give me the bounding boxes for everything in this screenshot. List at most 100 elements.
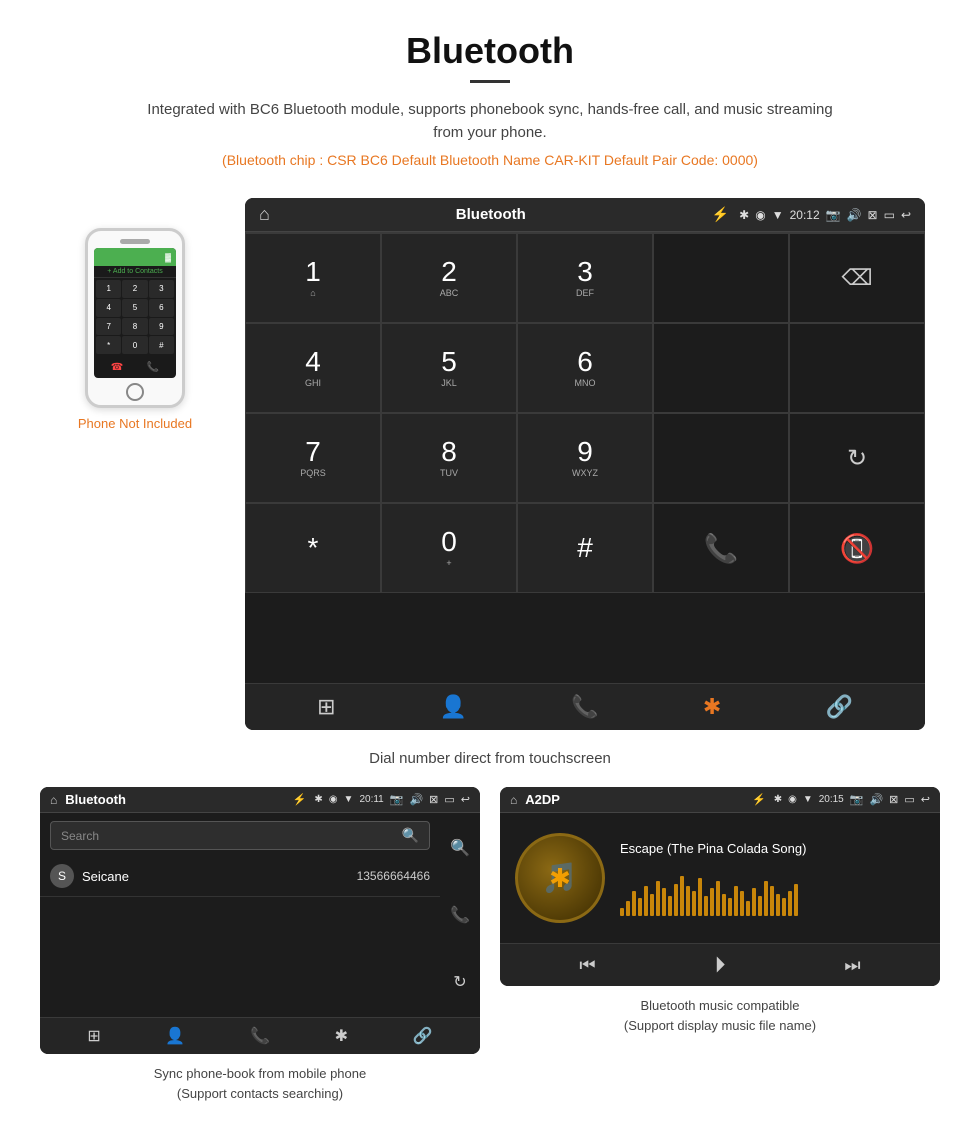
vis-bar-22 (752, 888, 756, 916)
phone-key-0: 0 (122, 336, 147, 354)
page-header: Bluetooth Integrated with BC6 Bluetooth … (0, 0, 980, 198)
music-info: Escape (The Pina Colada Song) (620, 841, 925, 916)
phone-key-3: 3 (149, 280, 174, 298)
nav-grid-icon[interactable]: ⊞ (317, 694, 335, 720)
dial-key-3[interactable]: 3 DEF (517, 233, 653, 323)
pb-side-search-icon[interactable]: 🔍 (450, 838, 470, 858)
dial-key-hash[interactable]: # (517, 503, 653, 593)
music-status-icons: ✱ ◉ ▼ 20:15 📷 🔊 ⊠ ▭ ↩ (774, 793, 930, 806)
time-display: 20:12 (790, 208, 820, 222)
window-icon[interactable]: ▭ (884, 208, 895, 222)
vis-bar-9 (674, 884, 678, 916)
key-3-letters: DEF (576, 288, 594, 298)
pb-nav-user[interactable]: 👤 (165, 1026, 185, 1046)
phone-keypad: 1 2 3 4 5 6 7 8 9 * 0 # (94, 278, 176, 356)
dial-key-5[interactable]: 5 JKL (381, 323, 517, 413)
music-back-icon[interactable]: ↩ (921, 793, 930, 806)
key-hash-number: # (577, 534, 593, 562)
dial-call-green-cell[interactable]: 📞 (653, 503, 789, 593)
phone-speaker (120, 239, 150, 244)
nav-phone-icon[interactable]: 📞 (571, 694, 598, 720)
phone-key-2: 2 (122, 280, 147, 298)
music-song-title: Escape (The Pina Colada Song) (620, 841, 925, 856)
dial-key-4[interactable]: 4 GHI (245, 323, 381, 413)
dial-key-2[interactable]: 2 ABC (381, 233, 517, 323)
music-window-icon[interactable]: ▭ (904, 793, 914, 806)
dial-refresh-cell[interactable]: ↻ (789, 413, 925, 503)
dial-key-star[interactable]: * (245, 503, 381, 593)
music-header: ⌂ A2DP ⚡ ✱ ◉ ▼ 20:15 📷 🔊 ⊠ ▭ ↩ (500, 787, 940, 813)
phone-key-4: 4 (96, 299, 121, 317)
music-vol-icon[interactable]: 🔊 (869, 793, 883, 806)
vis-bar-7 (662, 888, 666, 916)
dial-key-0[interactable]: 0 + (381, 503, 517, 593)
phone-call-icon: 📞 (147, 362, 159, 373)
pb-close-icon[interactable]: ⊠ (429, 793, 438, 806)
music-usb-icon: ⚡ (752, 793, 766, 806)
pb-bluetooth-icon: ✱ (314, 794, 322, 805)
pb-camera-icon[interactable]: 📷 (390, 793, 404, 806)
phone-screen-top: ▓ (94, 248, 176, 266)
phonebook-search-bar[interactable]: Search 🔍 (50, 821, 430, 850)
dial-empty-2 (789, 323, 925, 413)
dial-caption: Dial number direct from touchscreen (0, 740, 980, 787)
phone-not-included-label: Phone Not Included (78, 416, 192, 431)
home-icon[interactable]: ⌂ (259, 204, 270, 225)
phone-add-contact: + Add to Contacts (94, 266, 176, 278)
nav-bluetooth-icon[interactable]: ✱ (703, 694, 721, 720)
pb-side-refresh-icon[interactable]: ↻ (453, 972, 466, 992)
music-camera-icon[interactable]: 📷 (850, 793, 864, 806)
key-8-letters: TUV (440, 468, 458, 478)
pb-back-icon[interactable]: ↩ (461, 793, 470, 806)
play-pause-button[interactable]: ⏵ (714, 952, 725, 978)
dial-key-1[interactable]: 1 ⌂ (245, 233, 381, 323)
vis-bar-3 (638, 898, 642, 916)
pb-nav-bluetooth[interactable]: ✱ (335, 1026, 348, 1046)
vis-bar-26 (776, 894, 780, 916)
pb-side-call-icon[interactable]: 📞 (450, 905, 470, 925)
dial-key-8[interactable]: 8 TUV (381, 413, 517, 503)
dial-key-7[interactable]: 7 PQRS (245, 413, 381, 503)
bluetooth-specs: (Bluetooth chip : CSR BC6 Default Blueto… (20, 152, 960, 168)
pb-nav-link[interactable]: 🔗 (413, 1026, 433, 1046)
prev-track-button[interactable]: ⏮ (579, 955, 595, 976)
pb-signal-icon: ▼ (344, 794, 354, 805)
vis-bar-17 (722, 894, 726, 916)
dial-call-red-cell[interactable]: 📵 (789, 503, 925, 593)
vis-bar-10 (680, 876, 684, 916)
phonebook-side-icons: 🔍 📞 ↻ (440, 813, 480, 1017)
dial-backspace-cell[interactable]: ⌫ (789, 233, 925, 323)
call-red-icon: 📵 (840, 532, 875, 565)
pb-window-icon[interactable]: ▭ (444, 793, 454, 806)
pb-home-icon[interactable]: ⌂ (50, 793, 57, 807)
key-6-letters: MNO (575, 378, 596, 388)
vis-bar-18 (728, 898, 732, 916)
nav-link-icon[interactable]: 🔗 (825, 694, 852, 720)
dial-section: ▓ + Add to Contacts 1 2 3 4 5 6 7 8 9 * … (0, 198, 980, 740)
vis-bar-11 (686, 886, 690, 916)
vis-bar-25 (770, 886, 774, 916)
pb-nav-phone[interactable]: 📞 (250, 1026, 270, 1046)
key-6-number: 6 (577, 348, 593, 376)
vis-bar-15 (710, 888, 714, 916)
music-caption-line2: (Support display music file name) (624, 1018, 816, 1033)
dial-key-9[interactable]: 9 WXYZ (517, 413, 653, 503)
key-4-letters: GHI (305, 378, 321, 388)
volume-icon[interactable]: 🔊 (847, 208, 862, 222)
vis-bar-4 (644, 886, 648, 916)
nav-contacts-icon[interactable]: 👤 (440, 694, 467, 720)
contact-item[interactable]: S Seicane 13566664466 (40, 856, 440, 897)
dial-key-6[interactable]: 6 MNO (517, 323, 653, 413)
camera-icon[interactable]: 📷 (826, 208, 841, 222)
next-track-button[interactable]: ⏭ (844, 955, 860, 976)
phone-key-1: 1 (96, 280, 121, 298)
pb-nav-grid[interactable]: ⊞ (87, 1026, 100, 1046)
vis-bar-12 (692, 891, 696, 916)
close-icon[interactable]: ⊠ (868, 208, 878, 222)
music-close-icon[interactable]: ⊠ (889, 793, 898, 806)
vis-bar-19 (734, 886, 738, 916)
pb-volume-icon[interactable]: 🔊 (409, 793, 423, 806)
back-icon[interactable]: ↩ (901, 208, 911, 222)
phonebook-main: Search 🔍 S Seicane 13566664466 (40, 813, 440, 1017)
music-home-icon[interactable]: ⌂ (510, 793, 517, 807)
